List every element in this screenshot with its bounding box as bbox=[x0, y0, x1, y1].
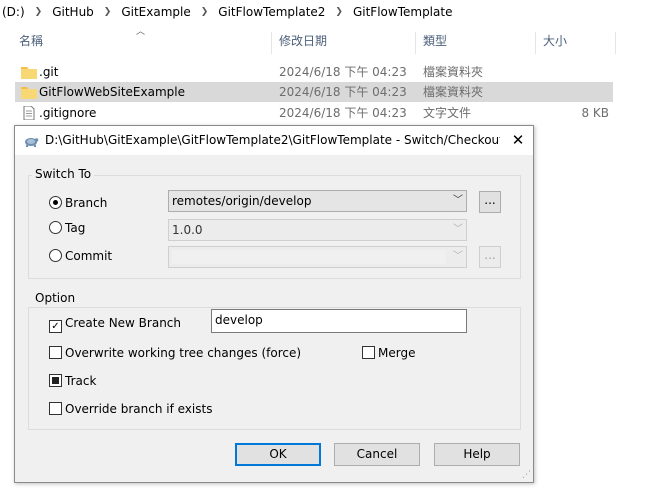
create-new-branch-checkbox[interactable]: ✓ Create New Branch bbox=[49, 314, 182, 333]
file-type: 檔案資料夾 bbox=[423, 85, 484, 99]
folder-icon bbox=[21, 87, 37, 99]
close-icon[interactable]: ✕ bbox=[503, 126, 533, 155]
commit-label: Commit bbox=[65, 249, 113, 263]
column-header-name[interactable]: 名稱 bbox=[19, 26, 43, 56]
override-branch-label: Override branch if exists bbox=[65, 402, 213, 416]
file-size: 8 KB bbox=[581, 106, 609, 120]
override-branch-checkbox[interactable]: Override branch if exists bbox=[49, 400, 212, 418]
breadcrumb-gitflowtemplate[interactable]: GitFlowTemplate bbox=[351, 5, 455, 19]
column-divider[interactable] bbox=[415, 32, 416, 54]
file-name: GitFlowWebSiteExample bbox=[39, 85, 185, 99]
commit-browse-button[interactable]: ... bbox=[479, 246, 501, 268]
chevron-right-icon: ❯ bbox=[34, 7, 43, 17]
breadcrumb-github[interactable]: GitHub bbox=[50, 5, 96, 19]
option-legend: Option bbox=[32, 291, 79, 305]
tag-select[interactable]: 1.0.0 ﹀ bbox=[168, 219, 467, 241]
tortoisegit-icon bbox=[25, 138, 39, 148]
switch-checkout-dialog: D:\GitHub\GitExample\GitFlowTemplate2\Gi… bbox=[14, 125, 534, 483]
sort-ascending-icon: ︿ bbox=[136, 27, 146, 37]
ok-button[interactable]: OK bbox=[235, 443, 321, 466]
file-date: 2024/6/18 下午 04:23 bbox=[279, 106, 407, 120]
branch-select-value: remotes/origin/develop bbox=[172, 194, 312, 208]
radio-selected-icon bbox=[49, 196, 62, 209]
create-new-branch-label: Create New Branch bbox=[65, 316, 182, 330]
switch-to-legend: Switch To bbox=[32, 167, 95, 181]
file-date: 2024/6/18 下午 04:23 bbox=[279, 65, 407, 79]
tag-select-value: 1.0.0 bbox=[172, 223, 203, 237]
breadcrumb-gitflowtemplate2[interactable]: GitFlowTemplate2 bbox=[216, 5, 327, 19]
breadcrumb: (D:) ❯ GitHub ❯ GitExample ❯ GitFlowTemp… bbox=[0, 0, 659, 24]
commit-radio[interactable]: Commit bbox=[49, 247, 112, 265]
radio-unselected-icon bbox=[49, 221, 62, 234]
branch-select[interactable]: remotes/origin/develop ﹀ bbox=[168, 190, 467, 212]
checkbox-unchecked-icon bbox=[362, 346, 375, 359]
branch-label: Branch bbox=[65, 196, 108, 210]
chevron-right-icon: ❯ bbox=[335, 7, 343, 17]
file-name: .gitignore bbox=[39, 106, 97, 120]
text-file-icon bbox=[23, 106, 35, 120]
overwrite-checkbox[interactable]: Overwrite working tree changes (force) bbox=[49, 344, 301, 362]
file-name: .git bbox=[39, 65, 59, 79]
dialog-titlebar[interactable]: D:\GitHub\GitExample\GitFlowTemplate2\Gi… bbox=[15, 126, 533, 155]
radio-unselected-icon bbox=[49, 249, 62, 262]
checkmark-icon: ✓ bbox=[49, 320, 62, 333]
file-row-git[interactable]: .git 2024/6/18 下午 04:23 檔案資料夾 bbox=[15, 62, 613, 82]
checkbox-indeterminate-icon bbox=[49, 374, 62, 387]
track-checkbox[interactable]: Track bbox=[49, 372, 96, 390]
column-divider[interactable] bbox=[615, 32, 616, 54]
breadcrumb-drive[interactable]: (D:) bbox=[0, 5, 27, 19]
file-row-gitignore[interactable]: .gitignore 2024/6/18 下午 04:23 文字文件 8 KB bbox=[15, 103, 613, 123]
column-divider[interactable] bbox=[535, 32, 536, 54]
cancel-button[interactable]: Cancel bbox=[334, 443, 420, 466]
tag-radio[interactable]: Tag bbox=[49, 219, 85, 237]
commit-select-field bbox=[172, 250, 446, 264]
chevron-down-icon: ﹀ bbox=[453, 224, 463, 235]
chevron-down-icon: ﹀ bbox=[453, 195, 463, 206]
merge-label: Merge bbox=[378, 346, 416, 360]
help-button[interactable]: Help bbox=[434, 443, 520, 466]
track-label: Track bbox=[65, 374, 97, 388]
column-header-date[interactable]: 修改日期 bbox=[279, 26, 327, 56]
overwrite-label: Overwrite working tree changes (force) bbox=[65, 346, 302, 360]
branch-browse-button[interactable]: ... bbox=[479, 191, 501, 213]
column-header-type[interactable]: 類型 bbox=[423, 26, 447, 56]
chevron-right-icon: ❯ bbox=[200, 7, 209, 17]
commit-select[interactable]: ﹀ bbox=[168, 246, 467, 268]
breadcrumb-gitexample[interactable]: GitExample bbox=[119, 5, 192, 19]
new-branch-name-input[interactable]: develop bbox=[211, 309, 467, 333]
column-header-size[interactable]: 大小 bbox=[543, 26, 567, 56]
file-type: 文字文件 bbox=[423, 106, 472, 120]
file-type: 檔案資料夾 bbox=[423, 65, 484, 79]
file-date: 2024/6/18 下午 04:23 bbox=[279, 85, 407, 99]
chevron-right-icon: ❯ bbox=[103, 7, 112, 17]
checkbox-unchecked-icon bbox=[49, 402, 62, 415]
checkbox-unchecked-icon bbox=[49, 346, 62, 359]
tag-label: Tag bbox=[65, 221, 86, 235]
chevron-down-icon: ﹀ bbox=[453, 251, 463, 262]
merge-checkbox[interactable]: Merge bbox=[362, 344, 415, 362]
column-divider[interactable] bbox=[271, 32, 272, 54]
resize-grip-icon[interactable]: ⋰ bbox=[521, 470, 531, 480]
file-row-gitflowwebsiteexample[interactable]: GitFlowWebSiteExample 2024/6/18 下午 04:23… bbox=[15, 82, 613, 102]
folder-icon bbox=[21, 67, 37, 79]
branch-radio[interactable]: Branch bbox=[49, 194, 107, 212]
dialog-title: D:\GitHub\GitExample\GitFlowTemplate2\Gi… bbox=[45, 133, 500, 147]
